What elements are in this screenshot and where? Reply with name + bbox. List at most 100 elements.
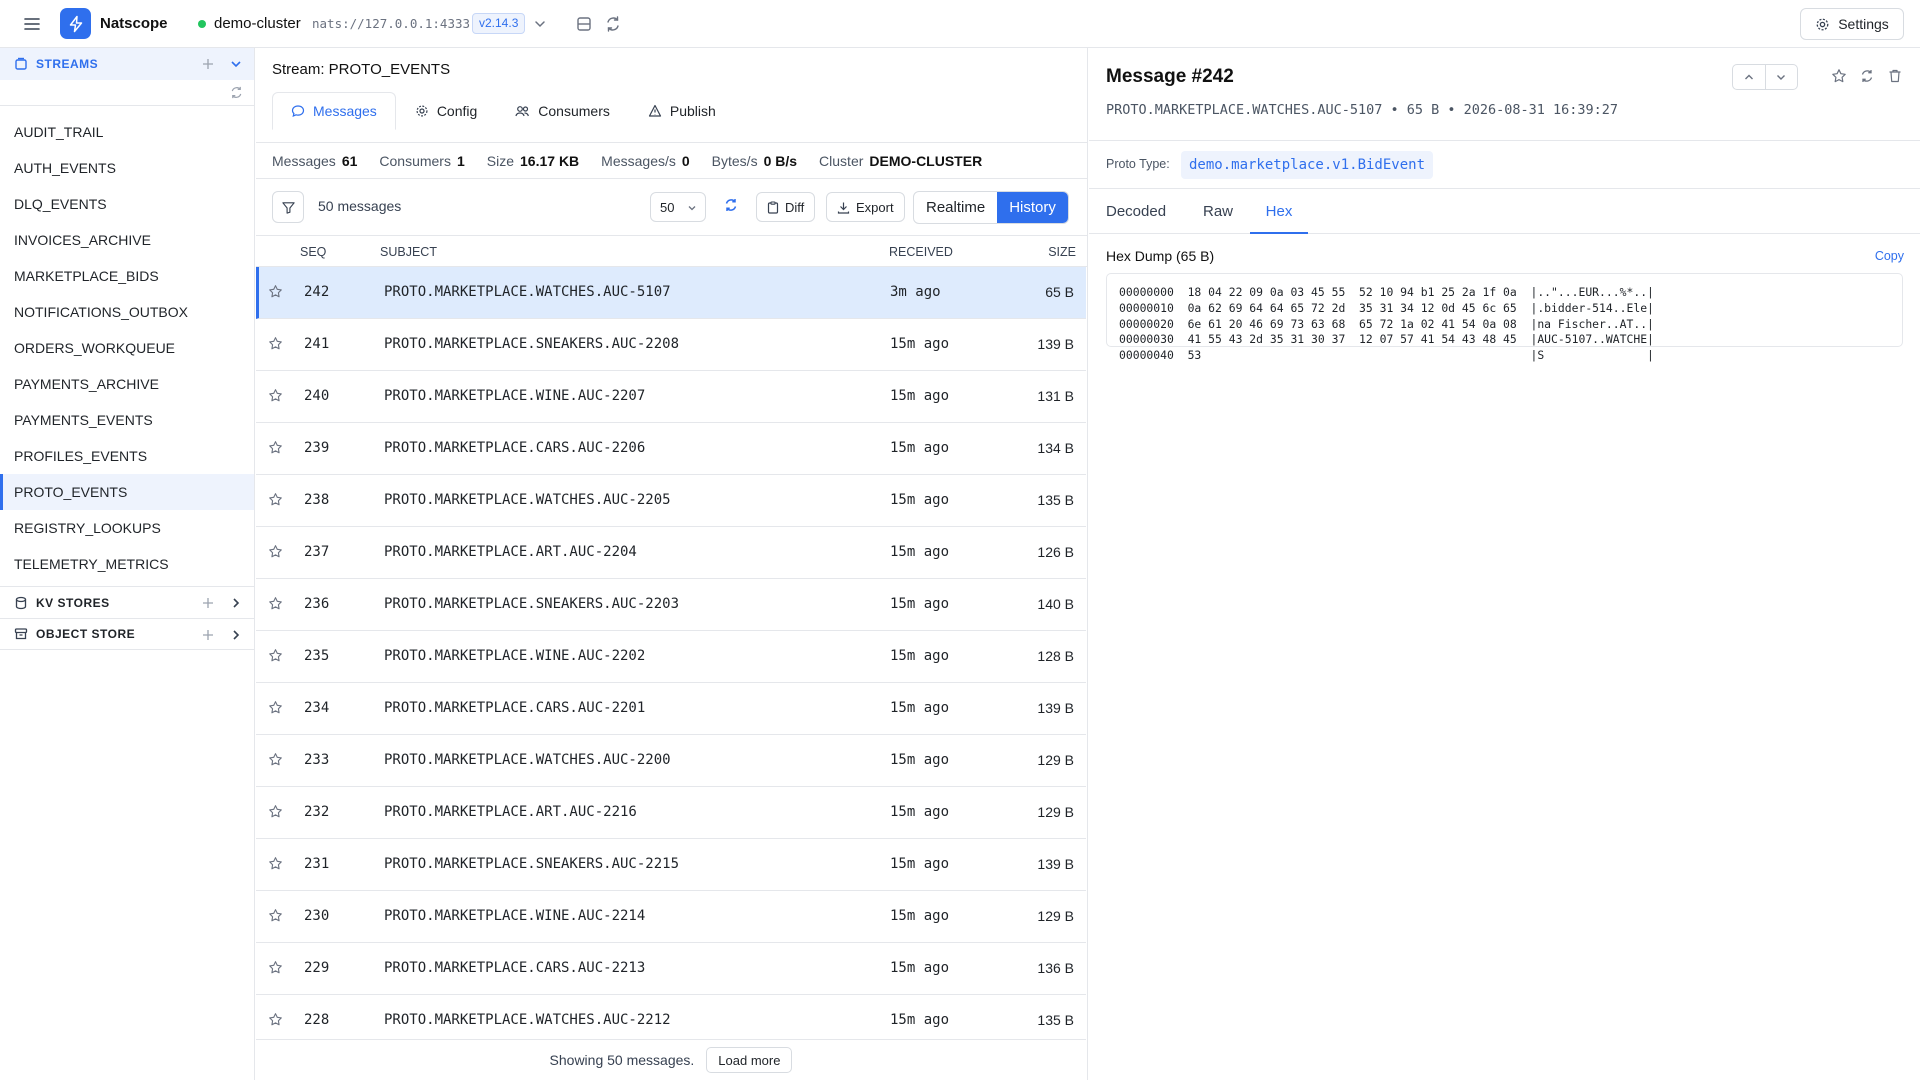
table-row[interactable]: 232 PROTO.MARKETPLACE.ART.AUC-2216 15m ago…: [256, 787, 1086, 839]
copy-button[interactable]: Copy: [1875, 249, 1904, 263]
reconnect-icon[interactable]: [603, 14, 623, 34]
chevron-right-icon[interactable]: [228, 595, 244, 611]
table-row[interactable]: 242 PROTO.MARKETPLACE.WATCHES.AUC-5107 3m …: [256, 267, 1086, 319]
sidebar-item-marketplace-bids[interactable]: MARKETPLACE_BIDS: [0, 258, 254, 294]
stream-title: Stream: PROTO_EVENTS: [272, 61, 451, 78]
star-icon[interactable]: [268, 648, 283, 663]
chevron-right-icon[interactable]: [228, 627, 244, 643]
star-icon[interactable]: [268, 284, 283, 299]
star-icon[interactable]: [268, 700, 283, 715]
table-row[interactable]: 236 PROTO.MARKETPLACE.SNEAKERS.AUC-2203 15…: [256, 579, 1086, 631]
chevron-up-icon[interactable]: [1733, 65, 1765, 89]
tab-decoded[interactable]: Decoded: [1106, 189, 1166, 234]
row-subject: PROTO.MARKETPLACE.CARS.AUC-2213: [384, 960, 646, 976]
stat-value: 0: [681, 152, 690, 169]
star-icon[interactable]: [268, 492, 283, 507]
sidebar-item-payments-events[interactable]: PAYMENTS_EVENTS: [0, 402, 254, 438]
sidebar-item-telemetry-metrics[interactable]: TELEMETRY_METRICS: [0, 546, 254, 582]
tab-messages[interactable]: Messages: [272, 92, 396, 130]
add-stream-icon[interactable]: [200, 56, 216, 72]
table-row[interactable]: 233 PROTO.MARKETPLACE.WATCHES.AUC-2200 15m…: [256, 735, 1086, 787]
tab-raw[interactable]: Raw: [1203, 189, 1233, 234]
row-size: 129 B: [1037, 752, 1074, 768]
refresh-icon[interactable]: [723, 197, 739, 213]
sidebar-item-audit-trail[interactable]: AUDIT_TRAIL: [0, 114, 254, 150]
row-received: 15m ago: [890, 596, 950, 612]
chevron-down-icon[interactable]: [530, 14, 550, 34]
star-icon[interactable]: [268, 388, 283, 403]
sidebar-item-notifications-outbox[interactable]: NOTIFICATIONS_OUTBOX: [0, 294, 254, 330]
streams-section-header[interactable]: STREAMS: [0, 48, 254, 80]
sidebar-item-proto-events[interactable]: PROTO_EVENTS: [0, 474, 254, 510]
tab-publish[interactable]: Publish: [629, 92, 735, 130]
realtime-button[interactable]: Realtime: [914, 192, 997, 223]
col-received[interactable]: RECEIVED: [889, 245, 953, 259]
kv-stores-section-header[interactable]: KV STORES: [0, 586, 254, 618]
star-icon[interactable]: [1831, 68, 1847, 84]
cluster-name[interactable]: demo-cluster: [214, 15, 301, 32]
star-icon[interactable]: [268, 336, 283, 351]
replay-icon[interactable]: [1859, 68, 1875, 84]
layout-icon[interactable]: [574, 14, 594, 34]
star-icon[interactable]: [268, 1012, 283, 1027]
table-row[interactable]: 230 PROTO.MARKETPLACE.WINE.AUC-2214 15m ag…: [256, 891, 1086, 943]
tab-consumers-label: Consumers: [538, 103, 610, 119]
stream-tabs: Messages Config Consumers Publish: [272, 92, 735, 130]
object-store-section-header[interactable]: OBJECT STORE: [0, 618, 254, 650]
sidebar-item-dlq-events[interactable]: DLQ_EVENTS: [0, 186, 254, 222]
table-row[interactable]: 231 PROTO.MARKETPLACE.SNEAKERS.AUC-2215 15…: [256, 839, 1086, 891]
table-row[interactable]: 238 PROTO.MARKETPLACE.WATCHES.AUC-2205 15m…: [256, 475, 1086, 527]
row-received: 15m ago: [890, 960, 950, 976]
star-icon[interactable]: [268, 440, 283, 455]
table-row[interactable]: 237 PROTO.MARKETPLACE.ART.AUC-2204 15m ago…: [256, 527, 1086, 579]
sidebar-item-payments-archive[interactable]: PAYMENTS_ARCHIVE: [0, 366, 254, 402]
col-subject[interactable]: SUBJECT: [380, 245, 437, 259]
add-object-store-icon[interactable]: [200, 627, 216, 643]
diff-button[interactable]: Diff: [756, 192, 816, 222]
table-row[interactable]: 235 PROTO.MARKETPLACE.WINE.AUC-2202 15m ag…: [256, 631, 1086, 683]
trash-icon[interactable]: [1887, 68, 1903, 84]
sidebar-item-auth-events[interactable]: AUTH_EVENTS: [0, 150, 254, 186]
star-icon[interactable]: [268, 804, 283, 819]
menu-icon[interactable]: [22, 14, 42, 34]
page-size-select[interactable]: 50: [650, 192, 706, 222]
sidebar-item-invoices-archive[interactable]: INVOICES_ARCHIVE: [0, 222, 254, 258]
chevron-down-icon[interactable]: [1764, 65, 1797, 89]
sidebar-item-orders-workqueue[interactable]: ORDERS_WORKQUEUE: [0, 330, 254, 366]
table-row[interactable]: 240 PROTO.MARKETPLACE.WINE.AUC-2207 15m ag…: [256, 371, 1086, 423]
chevron-down-icon[interactable]: [228, 56, 244, 72]
add-kv-icon[interactable]: [200, 595, 216, 611]
row-subject: PROTO.MARKETPLACE.ART.AUC-2216: [384, 804, 637, 820]
table-row[interactable]: 239 PROTO.MARKETPLACE.CARS.AUC-2206 15m ag…: [256, 423, 1086, 475]
row-size: 126 B: [1037, 544, 1074, 560]
history-button[interactable]: History: [997, 192, 1068, 223]
stat-consumers: Consumers 1: [379, 153, 464, 169]
table-row[interactable]: 229 PROTO.MARKETPLACE.CARS.AUC-2213 15m ag…: [256, 943, 1086, 995]
sidebar-item-registry-lookups[interactable]: REGISTRY_LOOKUPS: [0, 510, 254, 546]
object-store-label: OBJECT STORE: [36, 627, 136, 641]
export-button[interactable]: Export: [826, 192, 905, 222]
col-size[interactable]: SIZE: [1048, 245, 1076, 259]
star-icon[interactable]: [268, 752, 283, 767]
stat-label: Size: [486, 152, 515, 169]
row-received: 15m ago: [890, 908, 950, 924]
filter-button[interactable]: [272, 191, 304, 223]
tab-config[interactable]: Config: [396, 92, 496, 130]
table-row[interactable]: 241 PROTO.MARKETPLACE.SNEAKERS.AUC-2208 15…: [256, 319, 1086, 371]
star-icon[interactable]: [268, 960, 283, 975]
sidebar-item-profiles-events[interactable]: PROFILES_EVENTS: [0, 438, 254, 474]
refresh-icon[interactable]: [229, 85, 244, 100]
star-icon[interactable]: [268, 596, 283, 611]
load-more-button[interactable]: Load more: [706, 1047, 793, 1073]
kv-stores-label: KV STORES: [36, 595, 110, 610]
star-icon[interactable]: [268, 856, 283, 871]
row-seq: 241: [304, 336, 330, 352]
tab-consumers[interactable]: Consumers: [496, 92, 629, 130]
settings-button[interactable]: Settings: [1800, 8, 1904, 40]
tab-hex[interactable]: Hex: [1250, 189, 1308, 234]
hex-dump[interactable]: 00000000 18 04 22 09 0a 03 45 55 52 10 9…: [1106, 273, 1903, 362]
star-icon[interactable]: [268, 544, 283, 559]
col-seq[interactable]: SEQ: [300, 245, 326, 259]
star-icon[interactable]: [268, 908, 283, 923]
table-row[interactable]: 234 PROTO.MARKETPLACE.CARS.AUC-2201 15m ag…: [256, 683, 1086, 735]
